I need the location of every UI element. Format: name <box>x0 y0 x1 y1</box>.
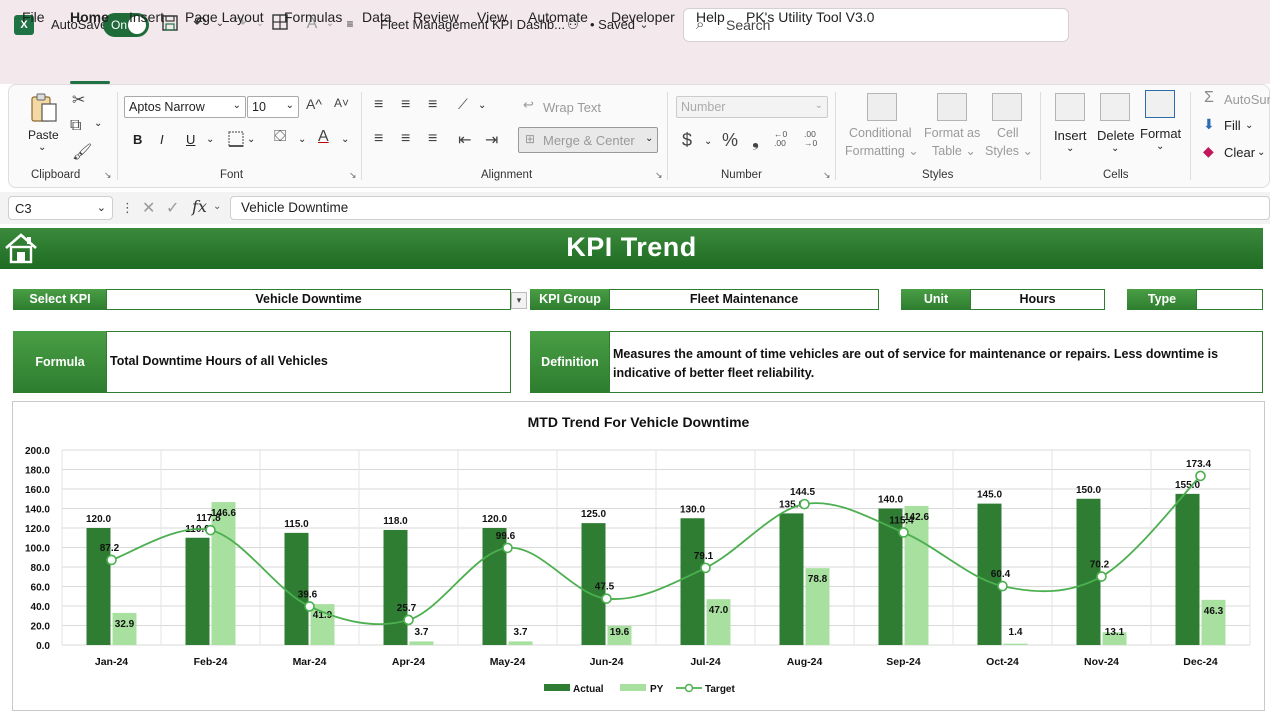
py-data-label: 3.7 <box>514 627 528 638</box>
target-data-label: 60.4 <box>991 569 1011 580</box>
x-tick-label: Apr-24 <box>392 656 425 668</box>
target-point <box>502 542 513 554</box>
y-tick-label: 60.0 <box>31 583 51 594</box>
x-tick-label: Nov-24 <box>1084 656 1119 668</box>
actual-data-label: 115.0 <box>284 519 309 530</box>
y-tick-label: 20.0 <box>31 622 51 633</box>
actual-bar <box>1076 498 1101 645</box>
target-data-label: 79.1 <box>694 551 714 562</box>
actual-bar <box>1175 493 1200 645</box>
target-data-label: 87.2 <box>100 543 120 554</box>
target-point <box>799 498 810 510</box>
py-data-label: 47.0 <box>709 605 729 616</box>
py-data-label: 3.7 <box>415 627 429 638</box>
actual-data-label: 118.0 <box>383 516 408 527</box>
x-tick-label: Mar-24 <box>293 656 327 668</box>
y-tick-label: 140.0 <box>25 505 50 516</box>
py-data-label: 78.8 <box>808 574 828 585</box>
legend-target-marker <box>684 683 694 693</box>
py-bar <box>904 505 929 645</box>
legend-py-swatch <box>620 684 646 691</box>
excel-window: X AutoSave On ↶ ⌄ ↷ ⌄ A ⌄ ≡ Fleet Manage… <box>0 0 1270 720</box>
target-data-label: 70.2 <box>1090 560 1110 571</box>
actual-bar <box>779 513 804 645</box>
actual-data-label: 125.0 <box>581 509 606 520</box>
py-data-label: 32.9 <box>115 619 135 630</box>
target-point <box>700 562 711 574</box>
target-data-label: 47.5 <box>595 582 615 593</box>
py-bar <box>409 641 434 645</box>
legend-actual-label: Actual <box>573 684 604 695</box>
y-tick-label: 160.0 <box>25 485 50 496</box>
target-point <box>601 593 612 604</box>
target-point <box>205 524 216 536</box>
actual-data-label: 150.0 <box>1076 485 1101 496</box>
mtd-trend-chart: 0.0 20.0 40.0 60.0 80.0 100.0 120.0 140.0 160.0 1… <box>25 446 1251 695</box>
target-data-label: 99.6 <box>496 531 516 542</box>
target-data-label: 117.8 <box>196 513 221 524</box>
py-bar <box>508 641 533 645</box>
py-data-label: 19.6 <box>610 627 630 638</box>
py-data-label: 1.4 <box>1009 627 1023 638</box>
target-data-label: 115.4 <box>889 515 914 526</box>
target-point <box>898 527 909 538</box>
py-bar <box>1003 643 1028 645</box>
x-tick-label: Sep-24 <box>886 656 921 668</box>
actual-data-label: 120.0 <box>86 514 111 525</box>
x-tick-label: Oct-24 <box>986 656 1019 668</box>
actual-data-label: 120.0 <box>482 514 507 525</box>
y-tick-label: 120.0 <box>25 524 50 535</box>
py-data-label: 13.1 <box>1105 627 1125 638</box>
actual-data-label: 130.0 <box>680 504 705 515</box>
target-data-label: 25.7 <box>397 603 417 614</box>
target-data-label: 39.6 <box>298 589 318 600</box>
y-tick-label: 180.0 <box>25 466 50 477</box>
y-tick-label: 40.0 <box>31 602 51 613</box>
target-data-label: 144.5 <box>790 487 815 498</box>
legend-target-label: Target <box>705 684 735 695</box>
py-data-label: 46.3 <box>1204 606 1224 617</box>
actual-data-label: 145.0 <box>977 490 1002 501</box>
legend-actual-swatch <box>544 684 570 691</box>
y-tick-label: 80.0 <box>31 563 51 574</box>
actual-bar <box>878 508 903 645</box>
y-tick-label: 100.0 <box>25 544 50 555</box>
target-point <box>1096 571 1107 582</box>
actual-bar <box>185 537 210 645</box>
actual-bar <box>680 518 705 645</box>
target-point <box>403 614 414 626</box>
legend-py-label: PY <box>650 684 664 695</box>
target-point <box>1195 470 1206 482</box>
target-point <box>304 601 315 612</box>
x-tick-label: Jun-24 <box>590 656 624 668</box>
actual-data-label: 140.0 <box>878 495 903 506</box>
actual-bar <box>383 529 408 645</box>
x-tick-label: Feb-24 <box>194 656 228 668</box>
y-tick-label: 200.0 <box>25 446 50 457</box>
target-point <box>997 580 1008 592</box>
x-tick-label: May-24 <box>490 656 526 668</box>
y-tick-label: 0.0 <box>36 641 50 652</box>
x-tick-label: Jul-24 <box>690 656 721 668</box>
target-data-label: 173.4 <box>1186 459 1211 470</box>
target-point <box>106 554 117 566</box>
x-tick-label: Aug-24 <box>787 656 823 668</box>
x-tick-label: Jan-24 <box>95 656 128 668</box>
x-tick-label: Dec-24 <box>1183 656 1218 668</box>
